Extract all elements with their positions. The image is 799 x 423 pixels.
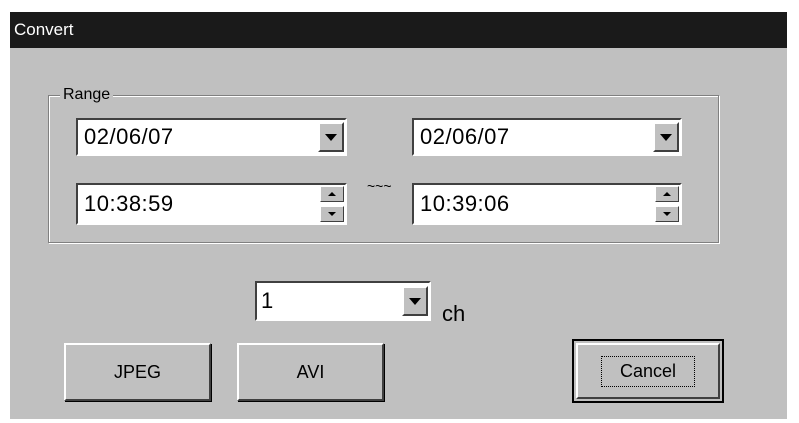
start-time-spin-up-button[interactable] [320, 186, 344, 202]
range-legend: Range [60, 86, 114, 104]
channel-dropdown-button[interactable] [402, 286, 428, 316]
range-separator: ~~~ [367, 178, 392, 194]
start-time-value: 10:38:59 [84, 191, 174, 216]
end-date-dropdown[interactable]: 02/06/07 [412, 118, 682, 156]
end-time-spinner[interactable]: 10:39:06 [412, 183, 682, 225]
end-time-spin-buttons [655, 186, 679, 222]
chevron-down-icon [660, 133, 672, 141]
cancel-button[interactable]: Cancel [572, 339, 724, 403]
spin-up-icon [328, 192, 336, 196]
cancel-button-face: Cancel [576, 343, 720, 399]
start-time-spin-buttons [320, 186, 344, 222]
chevron-down-icon [409, 297, 421, 305]
jpeg-button[interactable]: JPEG [64, 343, 211, 401]
start-time-spin-down-button[interactable] [320, 206, 344, 222]
channel-unit-label: ch [442, 301, 466, 326]
avi-button[interactable]: AVI [237, 343, 384, 401]
convert-dialog: Convert Range 02/06/07 02/06/07 10:38:59… [10, 12, 787, 419]
start-date-dropdown[interactable]: 02/06/07 [76, 118, 347, 156]
spin-down-icon [663, 212, 671, 216]
start-time-spinner[interactable]: 10:38:59 [76, 183, 347, 225]
end-date-value: 02/06/07 [420, 124, 510, 149]
avi-button-label: AVI [296, 361, 325, 382]
end-date-dropdown-button[interactable] [653, 122, 679, 152]
cancel-button-label: Cancel [600, 355, 696, 387]
jpeg-button-label: JPEG [113, 361, 161, 382]
end-time-spin-down-button[interactable] [655, 206, 679, 222]
end-time-value: 10:39:06 [420, 191, 510, 216]
chevron-down-icon [325, 133, 337, 141]
channel-dropdown[interactable]: 1 [255, 281, 431, 321]
spin-up-icon [663, 192, 671, 196]
channel-value: 1 [261, 288, 274, 313]
end-time-spin-up-button[interactable] [655, 186, 679, 202]
start-date-dropdown-button[interactable] [318, 122, 344, 152]
spin-down-icon [328, 212, 336, 216]
window-title: Convert [14, 20, 74, 39]
start-date-value: 02/06/07 [84, 124, 174, 149]
window-title-bar[interactable]: Convert [10, 12, 787, 48]
